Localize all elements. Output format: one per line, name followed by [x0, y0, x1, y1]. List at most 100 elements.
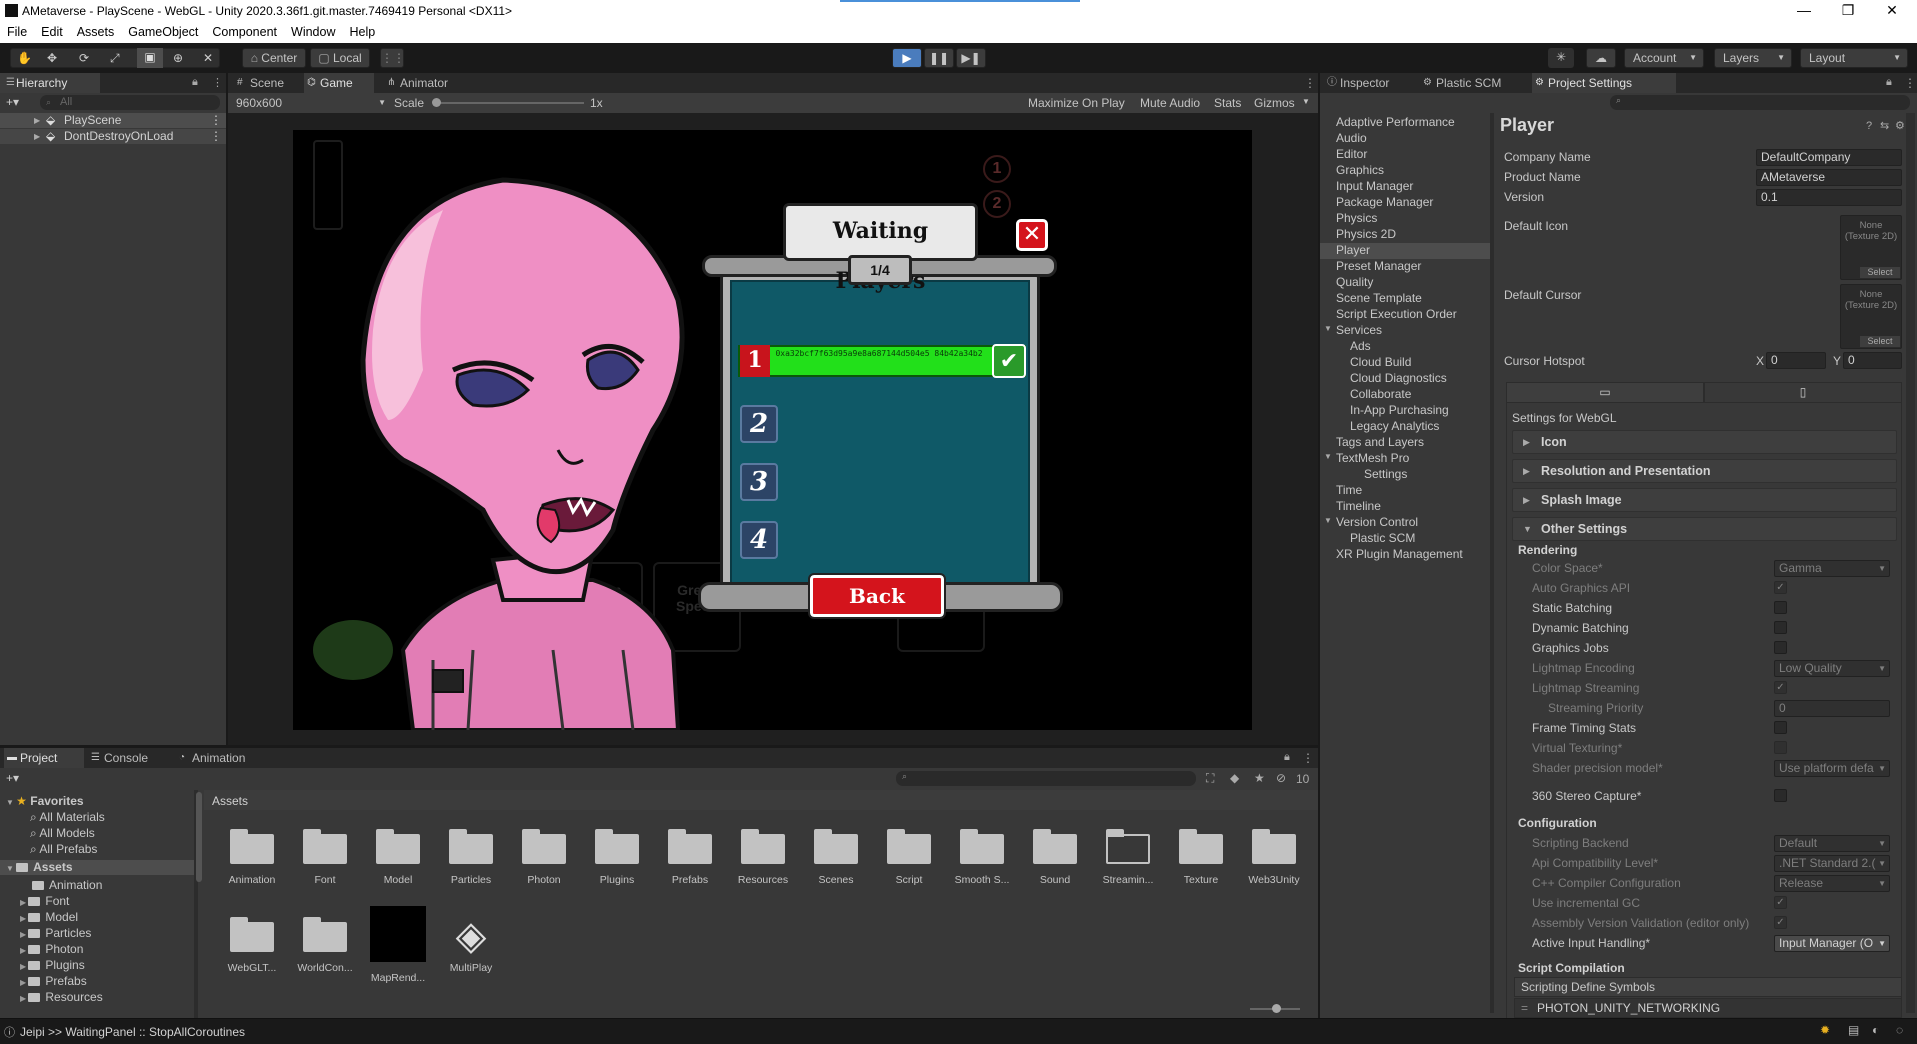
scale-slider-track[interactable]: [434, 102, 584, 104]
company-name-field[interactable]: DefaultCompany: [1756, 149, 1902, 166]
default-icon-slot[interactable]: None (Texture 2D) Select: [1840, 215, 1902, 280]
maximize-button[interactable]: ❐: [1826, 0, 1870, 22]
more-menu-icon[interactable]: ⋮: [1302, 751, 1314, 765]
settings-category-item[interactable]: Plastic SCM: [1320, 531, 1490, 547]
settings-category-item[interactable]: Tags and Layers: [1320, 435, 1490, 451]
game-render[interactable]: 1 2 Spawn Greys Greys Speed Greys Power …: [293, 130, 1252, 730]
asset-item[interactable]: Sound: [1025, 828, 1085, 886]
setting-dropdown[interactable]: .NET Standard 2.(▼: [1774, 855, 1890, 872]
add-object-button[interactable]: +▾: [6, 95, 19, 109]
asset-item[interactable]: Texture: [1171, 828, 1231, 886]
expanded-arrow-icon[interactable]: ▼: [1324, 452, 1332, 461]
create-asset-button[interactable]: +▾: [6, 771, 19, 785]
tab-animator[interactable]: ⋔ Animator: [384, 73, 474, 93]
menu-component[interactable]: Component: [205, 22, 284, 39]
lock-icon[interactable]: 🔒︎: [1284, 751, 1290, 764]
status-message[interactable]: Jeipi >> WaitingPanel :: StopAllCoroutin…: [20, 1025, 245, 1039]
settings-category-item[interactable]: Input Manager: [1320, 179, 1490, 195]
define-symbol-item[interactable]: = PHOTON_UNITY_NETWORKING: [1514, 998, 1902, 1018]
maximize-on-play-toggle[interactable]: Maximize On Play: [1028, 96, 1125, 110]
settings-category-item[interactable]: Graphics: [1320, 163, 1490, 179]
menu-window[interactable]: Window: [284, 22, 342, 39]
item-menu-icon[interactable]: ⋮: [210, 129, 222, 144]
setting-checkbox[interactable]: ✓: [1774, 681, 1787, 694]
hidden-packages-icon[interactable]: ⊘: [1276, 771, 1286, 785]
asset-item[interactable]: WebGLT...: [222, 916, 282, 974]
back-button[interactable]: Back: [808, 573, 946, 619]
favorite-star-icon[interactable]: ★: [1254, 771, 1265, 785]
more-menu-icon[interactable]: ⋮: [1904, 76, 1916, 90]
tree-scrollbar[interactable]: [196, 792, 202, 882]
collapsed-arrow-icon[interactable]: ▶: [20, 994, 28, 1003]
hand-tool-icon[interactable]: ✋: [17, 49, 32, 67]
settings-category-item[interactable]: Collaborate: [1320, 387, 1490, 403]
hotspot-y-field[interactable]: 0: [1843, 352, 1902, 369]
fav-all-prefabs[interactable]: ⌕ All Prefabs: [30, 842, 97, 857]
asset-item[interactable]: Animation: [222, 828, 282, 886]
minimize-button[interactable]: —: [1782, 0, 1826, 22]
more-menu-icon[interactable]: ⋮: [212, 76, 223, 89]
asset-item[interactable]: Font: [295, 828, 355, 886]
setting-checkbox[interactable]: ✓: [1774, 896, 1787, 909]
foldout-icon[interactable]: ▶ Icon: [1512, 430, 1897, 454]
asset-item[interactable]: Particles: [441, 828, 501, 886]
scale-slider-thumb[interactable]: [432, 98, 441, 107]
resolution-dropdown[interactable]: 960x600 ▼: [230, 94, 390, 112]
asset-item[interactable]: Prefabs: [660, 828, 720, 886]
hierarchy-search-input[interactable]: ⌕ All: [40, 95, 220, 110]
settings-search-input[interactable]: ⌕: [1610, 95, 1910, 110]
default-cursor-select-button[interactable]: Select: [1860, 336, 1900, 347]
filter-by-label-icon[interactable]: ◆: [1230, 771, 1239, 785]
foldout-splash[interactable]: ▶ Splash Image: [1512, 488, 1897, 512]
setting-checkbox[interactable]: [1774, 641, 1787, 654]
foldout-resolution[interactable]: ▶ Resolution and Presentation: [1512, 459, 1897, 483]
lighting-icon[interactable]: ◌: [1896, 1023, 1903, 1037]
setting-text-field[interactable]: 0: [1774, 700, 1890, 717]
close-panel-button[interactable]: ✕: [1016, 219, 1048, 251]
gear-icon[interactable]: ⚙: [1895, 119, 1905, 132]
fav-all-models[interactable]: ⌕ All Models: [30, 826, 95, 841]
setting-checkbox[interactable]: [1774, 601, 1787, 614]
hierarchy-item-playscene[interactable]: ▶ ⬙ PlayScene ⋮: [0, 113, 226, 128]
layout-dropdown[interactable]: Layout ▼: [1800, 48, 1908, 68]
tree-folder-item[interactable]: ▶ Model: [20, 910, 78, 924]
setting-dropdown[interactable]: Default ▼: [1774, 835, 1890, 852]
play-button[interactable]: ▶: [892, 48, 922, 68]
tab-plastic-scm[interactable]: ⚙ Plastic SCM: [1420, 73, 1530, 93]
move-tool-icon[interactable]: ✥: [47, 49, 57, 67]
settings-category-item[interactable]: Settings: [1320, 467, 1490, 483]
settings-category-item[interactable]: Timeline: [1320, 499, 1490, 515]
menu-help[interactable]: Help: [342, 22, 382, 39]
tree-folder-item[interactable]: Animation: [20, 878, 102, 892]
tree-folder-item[interactable]: ▶ Resources: [20, 990, 103, 1004]
settings-category-item[interactable]: Time: [1320, 483, 1490, 499]
favorites-header[interactable]: ▼ ★ Favorites: [6, 794, 84, 808]
default-cursor-slot[interactable]: None (Texture 2D) Select: [1840, 284, 1902, 349]
settings-category-item[interactable]: Package Manager: [1320, 195, 1490, 211]
collapsed-arrow-icon[interactable]: ▶: [20, 978, 28, 987]
settings-category-item[interactable]: Quality: [1320, 275, 1490, 291]
debug-bug-icon[interactable]: ✹: [1820, 1023, 1830, 1037]
tree-folder-item[interactable]: ▶ Photon: [20, 942, 83, 956]
tab-console[interactable]: ☰ Console: [88, 748, 168, 768]
tree-folder-item[interactable]: ▶ Plugins: [20, 958, 85, 972]
setting-checkbox[interactable]: ✓: [1774, 916, 1787, 929]
collapsed-arrow-icon[interactable]: ▶: [20, 946, 28, 955]
settings-category-item[interactable]: Cloud Build: [1320, 355, 1490, 371]
collapsed-arrow-icon[interactable]: ▶: [20, 962, 28, 971]
layers-dropdown[interactable]: Layers ▼: [1714, 48, 1792, 68]
project-search-input[interactable]: ⌕: [896, 771, 1196, 786]
tab-scene[interactable]: # Scene: [234, 73, 304, 93]
collapsed-arrow-icon[interactable]: ▶: [20, 898, 28, 907]
settings-category-item[interactable]: Physics 2D: [1320, 227, 1490, 243]
expand-arrow-icon[interactable]: ▶: [34, 113, 40, 128]
menu-assets[interactable]: Assets: [70, 22, 122, 39]
pause-button[interactable]: ❚❚: [924, 48, 954, 68]
settings-category-item[interactable]: ▼ Services: [1320, 323, 1490, 339]
mute-audio-toggle[interactable]: Mute Audio: [1140, 96, 1200, 110]
setting-dropdown[interactable]: Input Manager (O ▼: [1774, 935, 1890, 952]
settings-category-item[interactable]: ▼ Version Control: [1320, 515, 1490, 531]
tab-game[interactable]: ⌬ Game: [304, 73, 374, 93]
asset-item[interactable]: Web3Unity: [1244, 828, 1304, 886]
step-button[interactable]: ▶❚: [956, 48, 986, 68]
